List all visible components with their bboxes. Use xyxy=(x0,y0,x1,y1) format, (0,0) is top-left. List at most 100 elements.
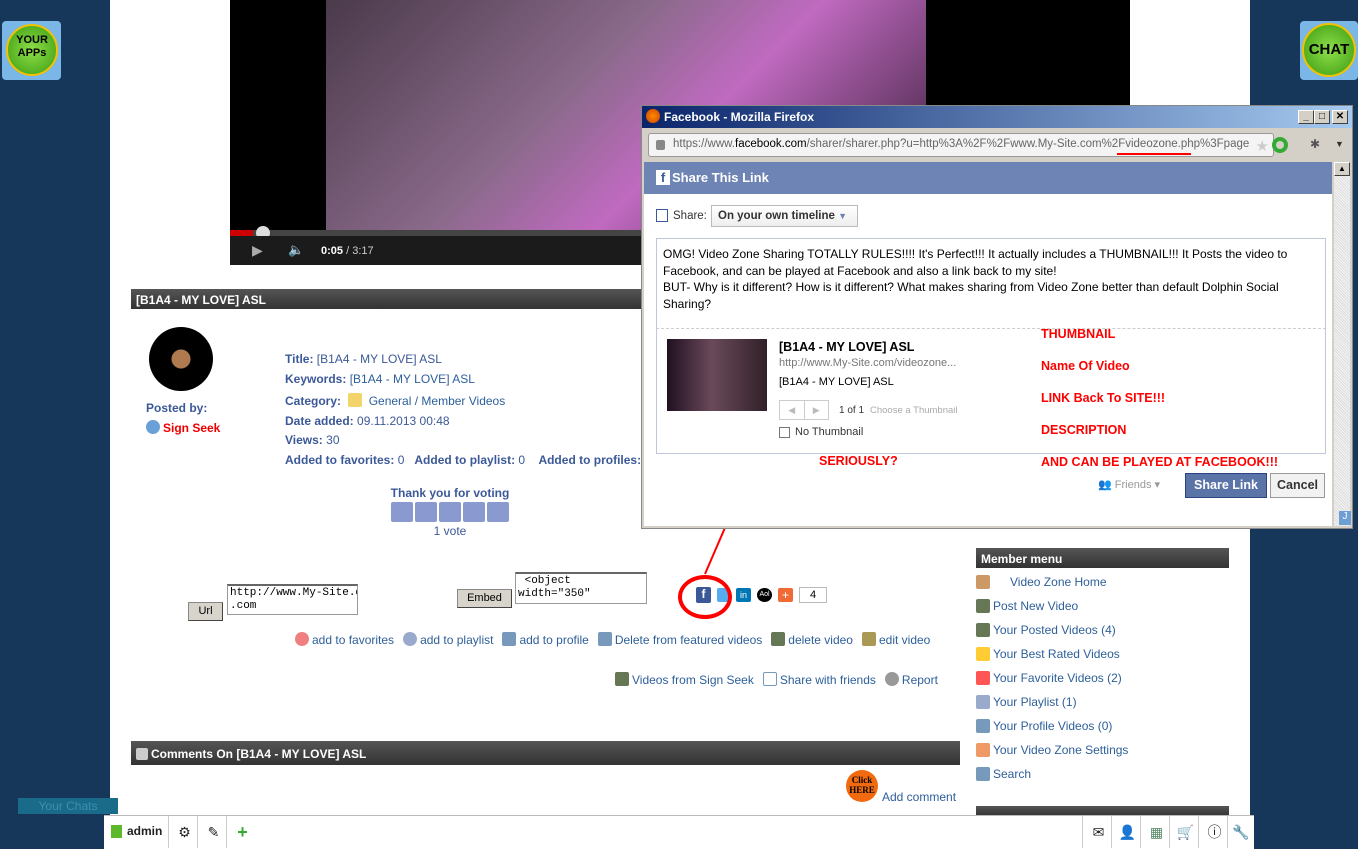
edit-video[interactable]: edit video xyxy=(861,632,930,647)
videos-from-author[interactable]: Videos from Sign Seek xyxy=(615,672,754,687)
profile-add-icon xyxy=(502,632,517,646)
scrollbar[interactable]: ▲ xyxy=(1334,162,1350,526)
close-button[interactable]: ✕ xyxy=(1332,110,1348,124)
featured-remove-icon xyxy=(597,632,612,646)
member-menu-item[interactable]: Post New Video xyxy=(976,594,1229,618)
comments-title: Comments On [B1A4 - MY LOVE] ASL xyxy=(151,747,367,761)
add-to-favorites[interactable]: add to favorites xyxy=(295,632,394,647)
prev-thumb-button[interactable]: ◀ xyxy=(780,401,805,419)
post-video-icon xyxy=(976,599,990,613)
heart-icon xyxy=(295,632,309,646)
action-label: delete video xyxy=(788,633,853,647)
share-message-input[interactable]: OMG! Video Zone Sharing TOTALLY RULES!!!… xyxy=(663,246,1319,312)
member-menu-item[interactable]: Search xyxy=(976,762,1229,786)
disc-icon xyxy=(976,695,990,709)
member-menu-item[interactable]: Your Posted Videos (4) xyxy=(976,618,1229,642)
delete-video[interactable]: delete video xyxy=(771,632,853,647)
member-menu-label: Your Best Rated Videos xyxy=(993,647,1120,661)
annotation-seriously: SERIOUSLY? xyxy=(819,454,898,468)
no-thumbnail-checkbox[interactable] xyxy=(779,427,790,438)
add-to-profile[interactable]: add to profile xyxy=(502,632,589,647)
dropdown-arrow-icon: ▼ xyxy=(838,211,848,221)
status-indicator xyxy=(111,825,122,838)
share-link-button[interactable]: Share Link xyxy=(1185,473,1267,498)
member-menu-label: Your Favorite Videos (2) xyxy=(993,671,1122,685)
member-menu-item[interactable]: Your Profile Videos (0) xyxy=(976,714,1229,738)
share-label: Share: xyxy=(673,210,707,222)
wrench-icon[interactable]: 🔧 xyxy=(1227,816,1254,848)
video-actions: add to favorites add to playlist add to … xyxy=(295,632,930,647)
member-menu-label: Video Zone Home xyxy=(1010,575,1107,589)
next-thumb-button[interactable]: ▶ xyxy=(805,401,829,419)
disc-icon xyxy=(403,632,418,646)
member-menu-item[interactable]: Video Zone Home xyxy=(976,570,1229,594)
facebook-logo-icon: f xyxy=(656,170,670,185)
facebook-share-dialog: f Share This Link Share: On your own tim… xyxy=(644,162,1332,526)
firefox-popup-window: Facebook - Mozilla Firefox _ □ ✕ https:/… xyxy=(641,105,1353,529)
film-icon xyxy=(615,672,629,686)
add-comment-link[interactable]: Add comment xyxy=(882,790,956,804)
link-url: http://www.My-Site.com/videozone... xyxy=(779,357,957,369)
film-icon xyxy=(976,623,990,637)
settings-icon[interactable]: ⚙ xyxy=(168,816,200,848)
info-icon[interactable]: ⓘ xyxy=(1198,816,1230,848)
scroll-up-button[interactable]: ▲ xyxy=(1334,162,1350,176)
member-menu-label: Your Posted Videos (4) xyxy=(993,623,1116,637)
member-menu-label: Your Playlist (1) xyxy=(993,695,1077,709)
action-label: Videos from Sign Seek xyxy=(632,673,754,687)
bookmark-star-icon[interactable]: ★ xyxy=(1255,137,1269,155)
comments-icon xyxy=(136,748,148,760)
film-icon[interactable]: ▦ xyxy=(1140,816,1172,848)
film-delete-icon xyxy=(771,632,786,646)
report[interactable]: Report xyxy=(884,672,938,687)
member-menu-label: Post New Video xyxy=(993,599,1079,613)
annotation-played: AND CAN BE PLAYED AT FACEBOOK!!! xyxy=(1041,455,1279,469)
add-to-playlist[interactable]: add to playlist xyxy=(403,632,493,647)
delete-from-featured[interactable]: Delete from featured videos xyxy=(597,632,763,647)
window-title: Facebook - Mozilla Firefox xyxy=(664,110,815,124)
extension-icon[interactable]: ✱ xyxy=(1310,137,1320,151)
addon-icon[interactable] xyxy=(1272,137,1288,153)
j-icon: J xyxy=(1339,511,1351,525)
minimize-button[interactable]: _ xyxy=(1298,110,1314,124)
choose-thumbnail-label: Choose a Thumbnail xyxy=(870,405,958,416)
annotation-link: LINK Back To SITE!!! xyxy=(1041,391,1166,405)
cart-icon[interactable]: 🛒 xyxy=(1169,816,1201,848)
cancel-button[interactable]: Cancel xyxy=(1270,473,1325,498)
click-here-badge[interactable]: Click HERE xyxy=(846,770,878,802)
home-icon xyxy=(976,575,990,589)
audience-label: Friends xyxy=(1114,479,1152,491)
username[interactable]: admin xyxy=(127,824,162,838)
member-menu-item[interactable]: Your Playlist (1) xyxy=(976,690,1229,714)
member-menu-item[interactable]: Your Favorite Videos (2) xyxy=(976,666,1229,690)
thumb-count: 1 of 1 xyxy=(839,405,865,416)
envelope-icon xyxy=(762,672,777,686)
maximize-button[interactable]: □ xyxy=(1314,110,1330,124)
edit-icon[interactable]: ✎ xyxy=(197,816,229,848)
share-target-dropdown[interactable]: On your own timeline ▼ xyxy=(711,205,858,227)
dropdown-value: On your own timeline xyxy=(718,210,835,222)
url-domain: facebook.com xyxy=(735,138,807,150)
member-menu-label: Your Profile Videos (0) xyxy=(993,719,1113,733)
link-description[interactable]: [B1A4 - MY LOVE] ASL xyxy=(779,376,894,388)
action-label: Delete from featured videos xyxy=(614,633,763,647)
action-label: add to playlist xyxy=(420,633,494,647)
member-menu-item[interactable]: Your Best Rated Videos xyxy=(976,642,1229,666)
link-thumbnail xyxy=(667,339,767,411)
lock-icon xyxy=(656,140,665,150)
audience-selector[interactable]: 👥 Friends ▾ xyxy=(1098,478,1160,491)
window-titlebar[interactable]: Facebook - Mozilla Firefox _ □ ✕ xyxy=(642,106,1352,128)
mail-icon[interactable]: ✉ xyxy=(1082,816,1114,848)
person-icon[interactable]: 👤 xyxy=(1111,816,1143,848)
url-part: https://www. xyxy=(673,138,735,150)
fb-header: f Share This Link xyxy=(644,162,1332,194)
add-icon[interactable]: + xyxy=(226,816,258,848)
share-icon xyxy=(656,209,668,222)
menu-dropdown-icon[interactable]: ▼ xyxy=(1335,139,1344,149)
link-title[interactable]: [B1A4 - MY LOVE] ASL xyxy=(779,340,914,354)
member-menu-item[interactable]: Your Video Zone Settings xyxy=(976,738,1229,762)
share-with-friends[interactable]: Share with friends xyxy=(762,672,876,687)
annotation-underline xyxy=(1117,153,1191,155)
your-chats-tab[interactable]: Your Chats xyxy=(18,798,118,814)
profile-icon xyxy=(976,719,990,733)
